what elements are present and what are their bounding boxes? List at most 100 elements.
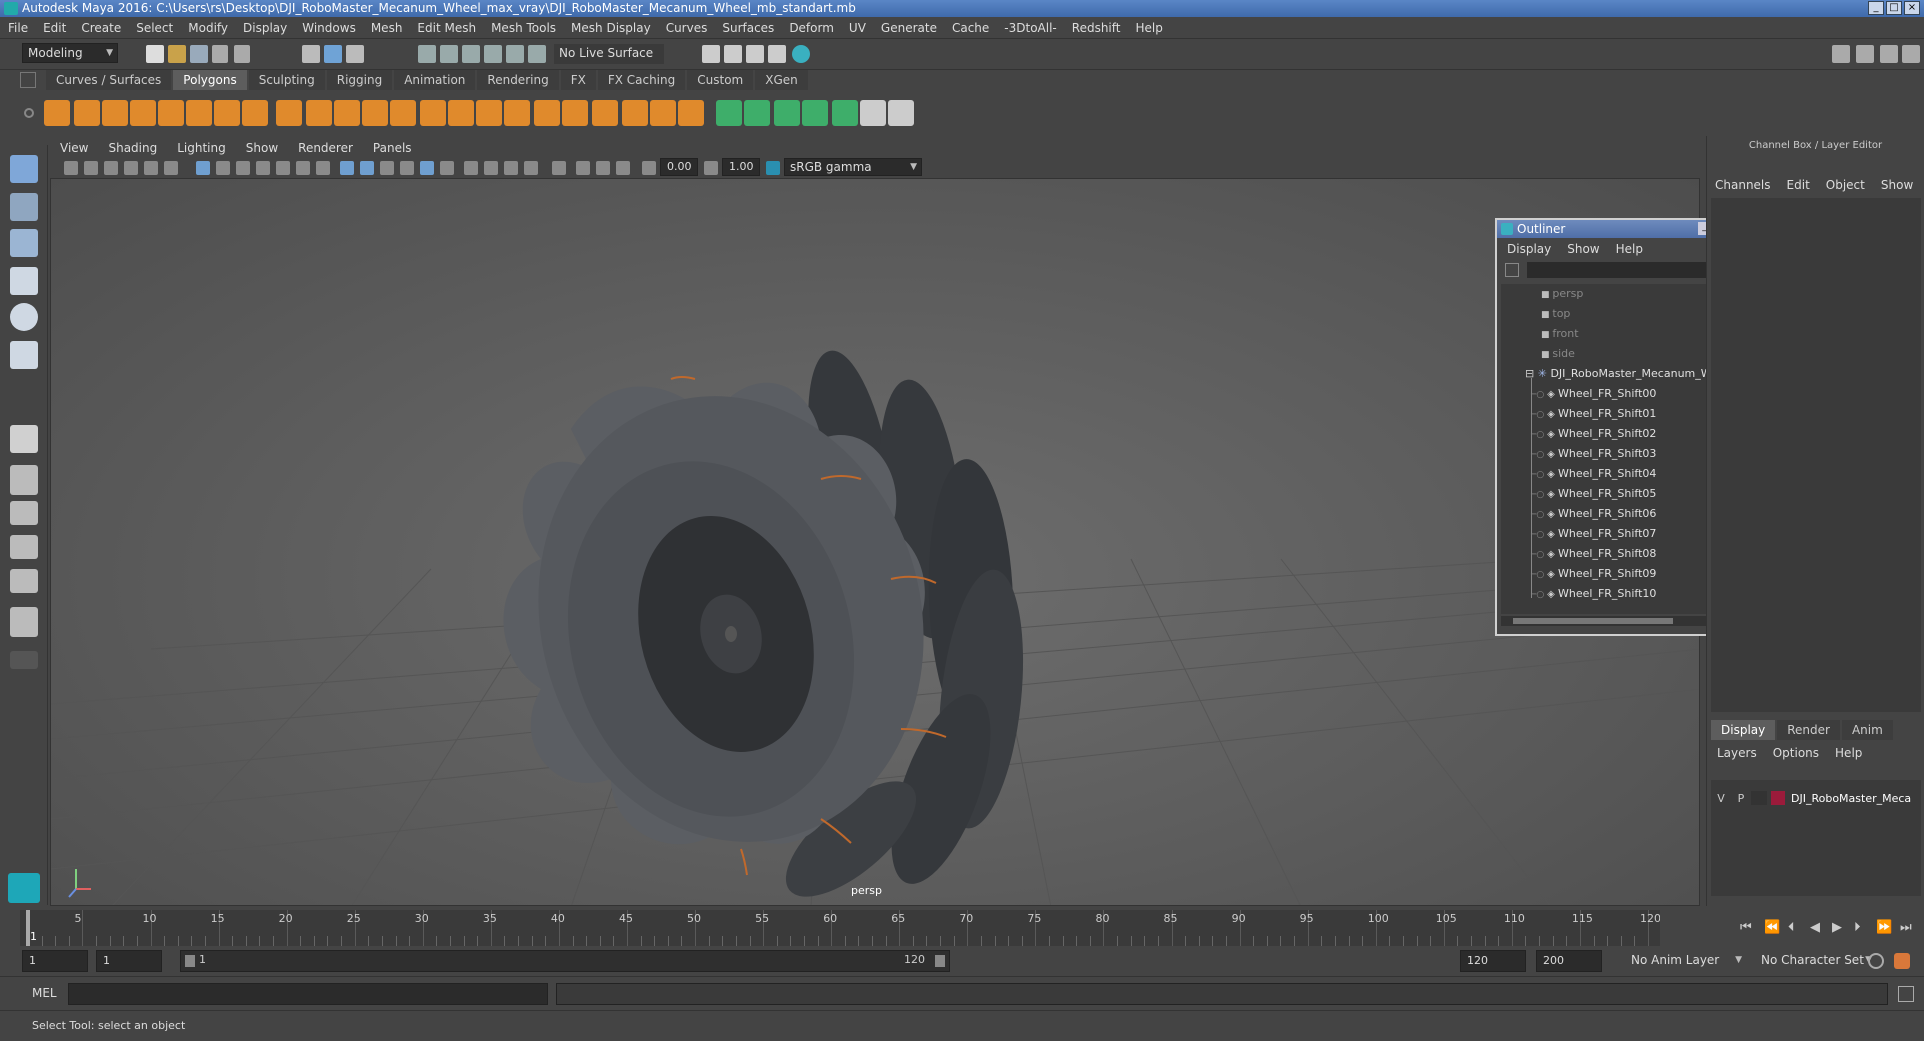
end-time-field[interactable]: 120	[1460, 950, 1526, 972]
layer-tab-display[interactable]: Display	[1711, 720, 1776, 740]
snap-curve-icon[interactable]	[440, 45, 458, 63]
outliner-mesh-row[interactable]: ─○ ◈ Wheel_FR_Shift02	[1531, 424, 1656, 444]
perspective-viewport[interactable]: persp	[50, 178, 1700, 906]
step-forward-key-icon[interactable]: ⏵	[1854, 920, 1861, 935]
outliner-mesh-row[interactable]: ─○ ◈ Wheel_FR_Shift06	[1531, 504, 1656, 524]
exposure-field[interactable]: 0.00	[660, 158, 698, 176]
camera-attributes-icon[interactable]	[84, 161, 98, 175]
outliner-mesh-row[interactable]: ─○ ◈ Wheel_FR_Shift10	[1531, 584, 1656, 604]
outliner-mesh-row[interactable]: ─○ ◈ Wheel_FR_Shift09	[1531, 564, 1656, 584]
spherical-uv-icon[interactable]	[774, 100, 800, 126]
menu-redshift[interactable]: Redshift	[1072, 21, 1121, 35]
quadrangulate-icon[interactable]	[420, 100, 446, 126]
outliner-camera-side[interactable]: ■ side	[1541, 344, 1575, 364]
menu-display[interactable]: Display	[243, 21, 287, 35]
render-settings-icon[interactable]	[768, 45, 786, 63]
shelf-tab-polygons[interactable]: Polygons	[173, 70, 247, 90]
triangulate-icon[interactable]	[390, 100, 416, 126]
maya-home-icon[interactable]	[8, 873, 40, 903]
anim-start-field[interactable]: 1	[96, 950, 162, 972]
layer-menu-options[interactable]: Options	[1773, 746, 1819, 760]
poly-pipe-icon[interactable]	[242, 100, 268, 126]
rotate-tool-icon[interactable]	[10, 303, 38, 331]
new-scene-icon[interactable]	[146, 45, 164, 63]
mirror-icon[interactable]	[334, 100, 360, 126]
outliner-group-row[interactable]: ⊟ ✳ DJI_RoboMaster_Mecanum_Whee	[1525, 364, 1732, 384]
target-weld-icon[interactable]	[622, 100, 648, 126]
combine-icon[interactable]	[276, 100, 302, 126]
save-scene-icon[interactable]	[190, 45, 208, 63]
single-perspective-layout-icon[interactable]	[10, 425, 38, 453]
live-surface-field[interactable]: No Live Surface	[554, 44, 664, 64]
menu-3dtoall[interactable]: -3DtoAll-	[1004, 21, 1056, 35]
select-hierarchy-icon[interactable]	[302, 45, 320, 63]
outliner-mesh-row[interactable]: ─○ ◈ Wheel_FR_Shift00	[1531, 384, 1656, 404]
safe-action-icon[interactable]	[296, 161, 310, 175]
menu-edit[interactable]: Edit	[43, 21, 66, 35]
channel-box-menu-channels[interactable]: Channels	[1715, 178, 1771, 192]
2d-pan-zoom-icon[interactable]	[144, 161, 158, 175]
layer-visibility-toggle[interactable]: V	[1711, 792, 1731, 805]
poly-plane-icon[interactable]	[158, 100, 184, 126]
render-view-icon[interactable]	[702, 45, 720, 63]
normals-icon[interactable]	[888, 100, 914, 126]
layer-color-swatch[interactable]	[1771, 791, 1785, 805]
connect-icon[interactable]	[650, 100, 676, 126]
uv-editor-icon[interactable]	[832, 100, 858, 126]
extrude-icon[interactable]	[448, 100, 474, 126]
expand-layouts-icon[interactable]	[10, 651, 38, 669]
move-tool-icon[interactable]	[10, 267, 38, 295]
modeling-toolkit-icon[interactable]	[1832, 45, 1850, 63]
render-frame-icon[interactable]	[724, 45, 742, 63]
image-plane-icon[interactable]	[124, 161, 138, 175]
menu-cache[interactable]: Cache	[952, 21, 989, 35]
use-lights-icon[interactable]	[420, 161, 434, 175]
textured-icon[interactable]	[400, 161, 414, 175]
outliner-menu-display[interactable]: Display	[1507, 242, 1551, 256]
bridge-icon[interactable]	[476, 100, 502, 126]
four-view-layout-icon[interactable]	[10, 465, 38, 495]
maximize-icon[interactable]: □	[1886, 1, 1902, 15]
step-forward-icon[interactable]: ⏩	[1876, 920, 1892, 935]
shelf-tab-animation[interactable]: Animation	[394, 70, 476, 90]
snap-grid-icon[interactable]	[418, 45, 436, 63]
panel-menu-panels[interactable]: Panels	[373, 141, 412, 155]
menu-mesh-tools[interactable]: Mesh Tools	[491, 21, 556, 35]
panel-menu-shading[interactable]: Shading	[108, 141, 157, 155]
tool-settings-icon[interactable]	[1880, 45, 1898, 63]
range-slider[interactable]: 1 120	[180, 950, 950, 972]
isolate-select-icon[interactable]	[552, 161, 566, 175]
snap-point-icon[interactable]	[462, 45, 480, 63]
panel-menu-show[interactable]: Show	[246, 141, 278, 155]
channel-box-toggle-icon[interactable]	[1902, 45, 1920, 63]
cylindrical-uv-icon[interactable]	[744, 100, 770, 126]
script-language-label[interactable]: MEL	[32, 986, 57, 1000]
poly-cone-icon[interactable]	[130, 100, 156, 126]
menu-mesh-display[interactable]: Mesh Display	[571, 21, 651, 35]
anim-layer-dropdown[interactable]: No Anim Layer ▼	[1626, 951, 1746, 971]
shelf-tab-fx[interactable]: FX	[560, 70, 596, 90]
shelf-tab-fx-caching[interactable]: FX Caching	[597, 70, 686, 90]
script-editor-icon[interactable]	[1898, 986, 1914, 1002]
undo-icon[interactable]	[212, 45, 228, 63]
poly-torus-icon[interactable]	[186, 100, 212, 126]
menu-create[interactable]: Create	[81, 21, 121, 35]
outliner-camera-top[interactable]: ■ top	[1541, 304, 1570, 324]
persp-graph-layout-icon[interactable]	[10, 535, 38, 559]
motion-blur-icon[interactable]	[484, 161, 498, 175]
shelf-menu-icon[interactable]	[20, 72, 36, 88]
time-slider[interactable]: 5 10 15 20 25 30 35 40 45 50 55 60 65 70 75 80 85 90 95 100…	[20, 910, 1661, 946]
automatic-uv-icon[interactable]	[802, 100, 828, 126]
start-time-field[interactable]: 1	[22, 950, 88, 972]
menu-file[interactable]: File	[8, 21, 28, 35]
outliner-mesh-row[interactable]: ─○ ◈ Wheel_FR_Shift03	[1531, 444, 1656, 464]
menu-surfaces[interactable]: Surfaces	[722, 21, 774, 35]
menu-edit-mesh[interactable]: Edit Mesh	[417, 21, 476, 35]
merge-icon[interactable]	[534, 100, 560, 126]
play-forwards-icon[interactable]: ▶	[1832, 920, 1842, 935]
smooth-icon[interactable]	[362, 100, 388, 126]
depth-of-field-icon[interactable]	[524, 161, 538, 175]
outliner-mesh-row[interactable]: ─○ ◈ Wheel_FR_Shift07	[1531, 524, 1656, 544]
go-to-start-icon[interactable]: ⏮	[1740, 920, 1752, 935]
select-object-icon[interactable]	[324, 45, 342, 63]
